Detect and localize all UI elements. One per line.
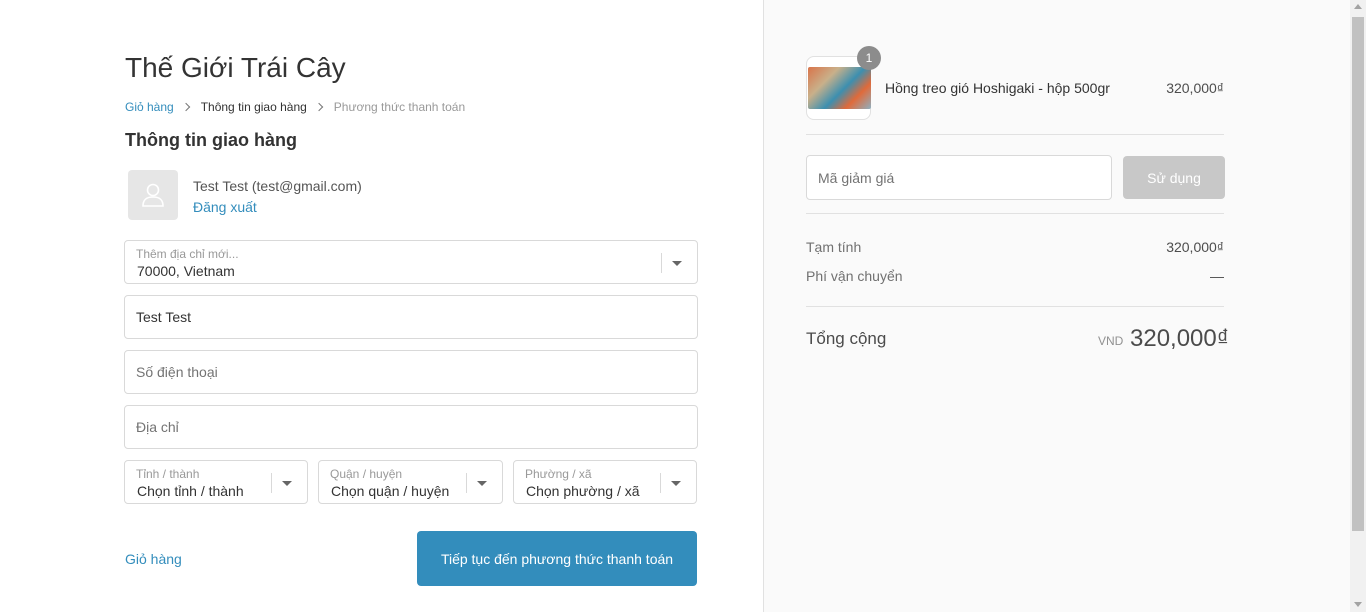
subtotal-value: 320,000₫ bbox=[1166, 239, 1224, 255]
product-image bbox=[808, 67, 871, 109]
breadcrumb-payment-method: Phương thức thanh toán bbox=[333, 100, 466, 114]
discount-placeholder: Mã giảm giá bbox=[818, 169, 895, 186]
divider bbox=[806, 213, 1224, 214]
select-divider bbox=[660, 473, 661, 493]
apply-discount-button[interactable]: Sử dụng bbox=[1123, 156, 1225, 199]
chevron-down-icon bbox=[477, 481, 487, 486]
back-to-cart-link[interactable]: Giỏ hàng bbox=[125, 551, 182, 567]
chevron-right-icon bbox=[314, 102, 324, 112]
chevron-right-icon bbox=[181, 102, 190, 112]
select-divider bbox=[271, 473, 272, 493]
address-placeholder: Địa chỉ bbox=[136, 419, 179, 435]
checkout-main: Thế Giới Trái Cây Giỏ hàng Thông tin gia… bbox=[0, 0, 763, 612]
subtotal-label: Tạm tính bbox=[806, 239, 862, 255]
address-field[interactable]: Địa chỉ bbox=[124, 405, 698, 449]
product-price: 320,000₫ bbox=[1166, 80, 1224, 96]
district-select[interactable]: Quận / huyện Chọn quận / huyện bbox=[318, 460, 503, 504]
district-label: Quận / huyện bbox=[330, 467, 403, 481]
chevron-down-icon bbox=[282, 481, 292, 486]
chevron-down-icon bbox=[671, 481, 681, 486]
shipping-fee-label: Phí vận chuyển bbox=[806, 268, 903, 284]
full-name-value: Test Test bbox=[136, 309, 191, 325]
user-info: Test Test (test@gmail.com) bbox=[193, 178, 362, 194]
district-value: Chọn quận / huyện bbox=[331, 483, 450, 499]
total-value: 320,000₫ bbox=[1130, 325, 1230, 352]
address-select-label: Thêm địa chỉ mới... bbox=[136, 247, 239, 261]
province-label: Tỉnh / thành bbox=[136, 467, 200, 481]
ward-label: Phường / xã bbox=[525, 467, 592, 481]
ward-value: Chọn phường / xã bbox=[526, 483, 640, 499]
chevron-down-icon bbox=[672, 261, 682, 266]
user-icon bbox=[142, 183, 164, 207]
logout-link[interactable]: Đăng xuất bbox=[193, 199, 257, 215]
breadcrumb-cart[interactable]: Giỏ hàng bbox=[125, 100, 174, 114]
phone-placeholder: Số điện thoại bbox=[136, 364, 218, 380]
phone-field[interactable]: Số điện thoại bbox=[124, 350, 698, 394]
scroll-up-icon[interactable] bbox=[1354, 4, 1362, 9]
scroll-down-icon[interactable] bbox=[1354, 602, 1362, 607]
full-name-field[interactable]: Test Test bbox=[124, 295, 698, 339]
quantity-badge: 1 bbox=[857, 46, 881, 70]
select-divider bbox=[661, 253, 662, 273]
shipping-fee-value: — bbox=[1210, 268, 1224, 284]
discount-code-input[interactable]: Mã giảm giá bbox=[806, 155, 1112, 200]
breadcrumb: Giỏ hàng Thông tin giao hàng Phương thức… bbox=[125, 100, 465, 114]
province-select[interactable]: Tỉnh / thành Chọn tỉnh / thành bbox=[124, 460, 308, 504]
select-divider bbox=[466, 473, 467, 493]
province-value: Chọn tỉnh / thành bbox=[137, 483, 244, 499]
vertical-scrollbar[interactable] bbox=[1350, 0, 1366, 612]
breadcrumb-shipping-info: Thông tin giao hàng bbox=[200, 100, 307, 114]
total-label: Tổng cộng bbox=[806, 329, 887, 348]
continue-to-payment-button[interactable]: Tiếp tục đến phương thức thanh toán bbox=[417, 531, 697, 586]
total-currency: VND bbox=[1098, 334, 1124, 348]
ward-select[interactable]: Phường / xã Chọn phường / xã bbox=[513, 460, 697, 504]
section-title: Thông tin giao hàng bbox=[125, 130, 297, 150]
shop-title: Thế Giới Trái Cây bbox=[125, 52, 346, 83]
address-select-value: 70000, Vietnam bbox=[137, 263, 235, 279]
divider bbox=[806, 134, 1224, 135]
avatar bbox=[128, 170, 178, 220]
scrollbar-thumb[interactable] bbox=[1352, 17, 1364, 531]
address-select[interactable]: Thêm địa chỉ mới... 70000, Vietnam bbox=[124, 240, 698, 284]
divider bbox=[806, 306, 1224, 307]
product-name: Hồng treo gió Hoshigaki - hộp 500gr bbox=[885, 80, 1110, 96]
